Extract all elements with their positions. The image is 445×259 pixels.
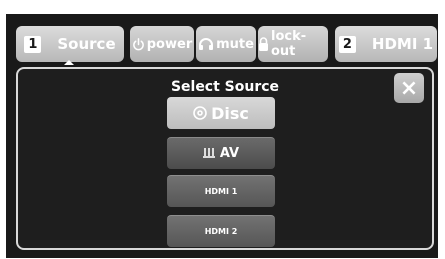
power-icon bbox=[132, 37, 145, 51]
source-hdmi1-button[interactable]: HDMI 1 bbox=[167, 175, 275, 207]
active-source-number: 2 bbox=[338, 35, 356, 53]
source-disc-label: Disc bbox=[211, 103, 249, 123]
av-cable-icon bbox=[202, 147, 215, 160]
source-tab[interactable]: 1 Source bbox=[16, 26, 124, 62]
source-hdmi2-label: HDMI 2 bbox=[204, 227, 238, 236]
source-disc-button[interactable]: Disc bbox=[167, 97, 275, 129]
close-icon: × bbox=[399, 75, 419, 101]
disc-icon bbox=[193, 106, 207, 120]
power-button[interactable]: power bbox=[130, 26, 194, 62]
active-source-label: HDMI 1 bbox=[371, 35, 434, 53]
lock-out-label: lock-out bbox=[271, 29, 307, 59]
panel-title: Select Source bbox=[170, 79, 280, 95]
control-button-group: power mute lock-out bbox=[130, 26, 328, 62]
lock-out-button[interactable]: lock-out bbox=[258, 26, 328, 62]
device-screen: 1 Source power mute lock-out 2 HDMI 1 Se… bbox=[6, 14, 438, 258]
source-tab-label: Source bbox=[57, 35, 116, 53]
mute-label: mute bbox=[216, 36, 254, 52]
active-source-tab[interactable]: 2 HDMI 1 bbox=[335, 26, 437, 62]
source-hdmi2-button[interactable]: HDMI 2 bbox=[167, 215, 275, 247]
headphones-icon bbox=[198, 37, 214, 51]
active-tab-pointer bbox=[64, 60, 74, 65]
power-label: power bbox=[146, 36, 193, 52]
close-button[interactable]: × bbox=[394, 73, 424, 103]
mute-button[interactable]: mute bbox=[196, 26, 256, 62]
select-source-panel: Select Source × Disc AV HDMI 1 HDMI 2 bbox=[16, 67, 434, 250]
source-av-button[interactable]: AV bbox=[167, 137, 275, 169]
source-hdmi1-label: HDMI 1 bbox=[204, 187, 238, 196]
source-tab-number: 1 bbox=[24, 35, 42, 53]
source-av-label: AV bbox=[219, 146, 240, 161]
lock-icon bbox=[258, 36, 269, 52]
